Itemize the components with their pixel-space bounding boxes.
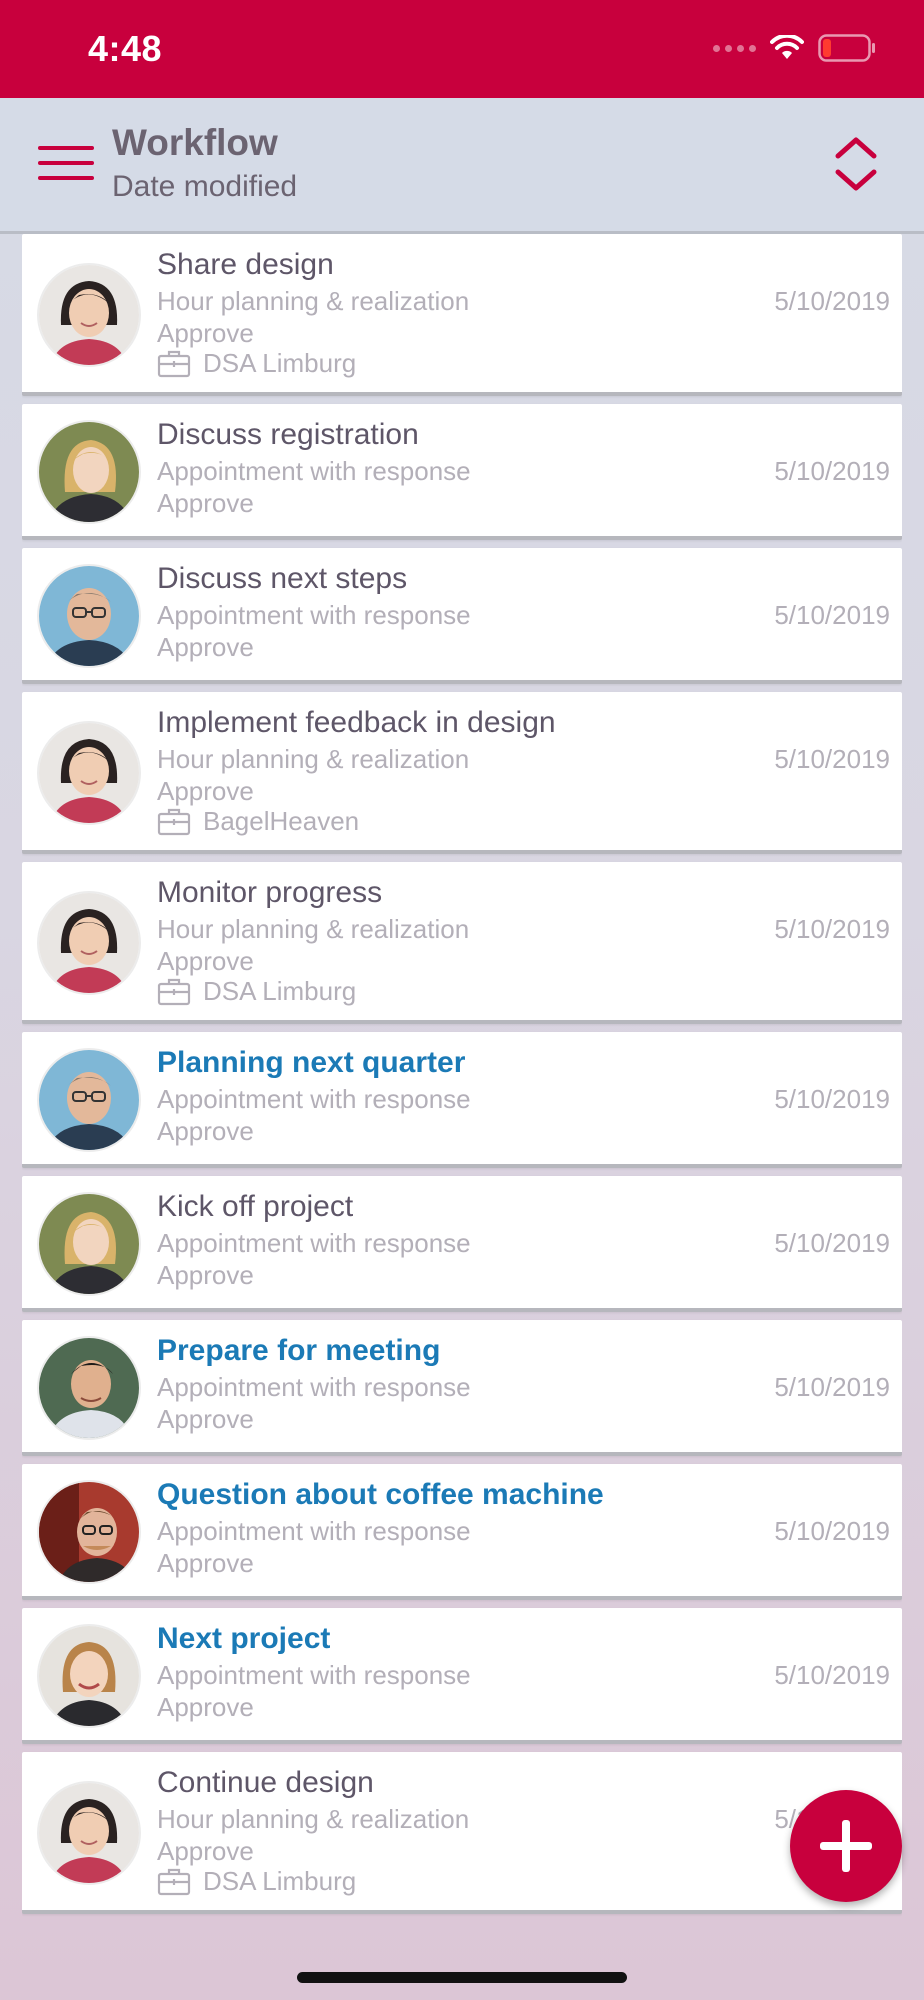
- list-item[interactable]: Discuss next steps Appointment with respo…: [22, 548, 902, 684]
- item-title: Monitor progress: [157, 876, 383, 909]
- item-type: Hour planning & realization: [157, 286, 470, 316]
- avatar: [37, 420, 141, 524]
- list-item[interactable]: Monitor progress Hour planning & realizat…: [22, 862, 902, 1024]
- list-item[interactable]: Continue design Hour planning & realizati…: [22, 1752, 902, 1914]
- avatar: [37, 1624, 141, 1728]
- item-organization-label: DSA Limburg: [203, 976, 357, 1006]
- item-status: Approve: [157, 1836, 254, 1866]
- item-type: Appointment with response: [157, 1660, 471, 1690]
- item-status: Approve: [157, 488, 254, 518]
- item-date: 5/10/2019: [774, 456, 890, 486]
- briefcase-icon: [157, 808, 191, 835]
- page-title: Workflow: [112, 122, 278, 163]
- status-bar: 4:48: [0, 0, 924, 98]
- app-header: Workflow Date modified: [0, 98, 924, 234]
- item-title: Discuss registration: [157, 418, 419, 451]
- item-status: Approve: [157, 776, 254, 806]
- item-date: 5/10/2019: [774, 744, 890, 774]
- item-status: Approve: [157, 1692, 254, 1722]
- list-item[interactable]: Prepare for meeting Appointment with resp…: [22, 1320, 902, 1456]
- item-title: Prepare for meeting: [157, 1334, 441, 1367]
- item-type: Hour planning & realization: [157, 914, 470, 944]
- avatar: [37, 721, 141, 825]
- list-item[interactable]: Planning next quarter Appointment with re…: [22, 1032, 902, 1168]
- briefcase-icon: [157, 350, 191, 377]
- item-organization-label: DSA Limburg: [203, 1866, 357, 1896]
- workflow-list: Share design Hour planning & realization A…: [22, 234, 902, 1924]
- item-type: Appointment with response: [157, 1372, 471, 1402]
- sort-label: Date modified: [112, 170, 298, 203]
- list-item[interactable]: Next project Appointment with response App…: [22, 1608, 902, 1744]
- avatar: [37, 1781, 141, 1885]
- item-status: Approve: [157, 318, 254, 348]
- item-title: Planning next quarter: [157, 1046, 466, 1079]
- item-status: Approve: [157, 1116, 254, 1146]
- item-type: Appointment with response: [157, 1228, 471, 1258]
- item-type: Appointment with response: [157, 456, 471, 486]
- add-button[interactable]: [790, 1790, 902, 1902]
- item-date: 5/10/2019: [774, 286, 890, 316]
- avatar: [37, 1048, 141, 1152]
- item-title: Share design: [157, 248, 334, 281]
- item-type: Appointment with response: [157, 1516, 471, 1546]
- avatar: [37, 1336, 141, 1440]
- avatar: [37, 1192, 141, 1296]
- item-status: Approve: [157, 632, 254, 662]
- item-type: Hour planning & realization: [157, 744, 470, 774]
- hamburger-menu-icon[interactable]: [38, 146, 94, 186]
- item-date: 5/10/2019: [774, 1660, 890, 1690]
- item-title: Question about coffee machine: [157, 1478, 604, 1511]
- list-item[interactable]: Question about coffee machine Appointment…: [22, 1464, 902, 1600]
- item-status: Approve: [157, 1548, 254, 1578]
- item-title: Implement feedback in design: [157, 706, 556, 739]
- sort-updown-icon[interactable]: [832, 134, 880, 194]
- item-type: Appointment with response: [157, 600, 471, 630]
- item-organization: DSA Limburg: [157, 1866, 356, 1897]
- item-status: Approve: [157, 1404, 254, 1434]
- avatar: [37, 564, 141, 668]
- briefcase-icon: [157, 978, 191, 1005]
- status-icons: [713, 34, 876, 62]
- briefcase-icon: [157, 1868, 191, 1895]
- item-organization-label: DSA Limburg: [203, 348, 357, 378]
- avatar: [37, 891, 141, 995]
- list-item[interactable]: Share design Hour planning & realization A…: [22, 234, 902, 396]
- battery-icon: [818, 34, 875, 62]
- item-date: 5/10/2019: [774, 1084, 890, 1114]
- item-title: Kick off project: [157, 1190, 354, 1223]
- item-date: 5/10/2019: [774, 914, 890, 944]
- item-title: Next project: [157, 1622, 331, 1655]
- item-date: 5/10/2019: [774, 1228, 890, 1258]
- item-title: Continue design: [157, 1766, 374, 1799]
- item-type: Hour planning & realization: [157, 1804, 470, 1834]
- list-item[interactable]: Implement feedback in design Hour plannin…: [22, 692, 902, 854]
- avatar: [37, 263, 141, 367]
- item-type: Appointment with response: [157, 1084, 471, 1114]
- item-title: Discuss next steps: [157, 562, 408, 595]
- wifi-icon: [770, 35, 804, 59]
- item-organization: DSA Limburg: [157, 976, 356, 1007]
- home-indicator: [297, 1972, 627, 1983]
- item-date: 5/10/2019: [774, 1516, 890, 1546]
- item-date: 5/10/2019: [774, 600, 890, 630]
- item-status: Approve: [157, 1260, 254, 1290]
- status-time: 4:48: [88, 28, 163, 69]
- item-organization-label: BagelHeaven: [203, 806, 360, 836]
- cellular-signal-icon: [713, 44, 756, 52]
- item-organization: DSA Limburg: [157, 348, 356, 379]
- item-date: 5/10/2019: [774, 1372, 890, 1402]
- item-organization: BagelHeaven: [157, 806, 359, 837]
- list-item[interactable]: Kick off project Appointment with respons…: [22, 1176, 902, 1312]
- avatar: [37, 1480, 141, 1584]
- list-item[interactable]: Discuss registration Appointment with res…: [22, 404, 902, 540]
- item-status: Approve: [157, 946, 254, 976]
